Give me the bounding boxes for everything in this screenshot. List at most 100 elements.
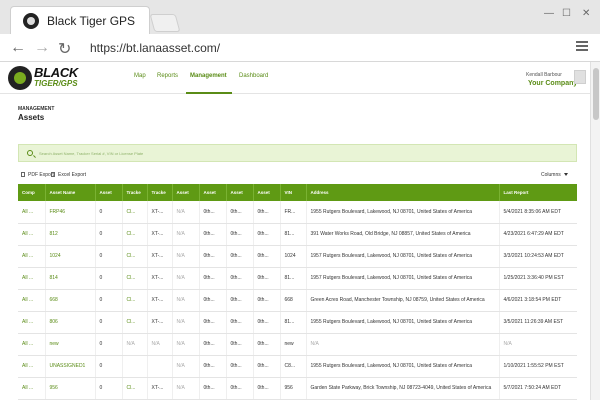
brand-logo[interactable]: BLACK TIGER/GPS (8, 64, 92, 92)
table-cell[interactable]: 812 (45, 223, 96, 246)
table-cell: C8... (280, 355, 307, 378)
table-cell[interactable]: UNASSIGNED1 (45, 355, 96, 378)
table-row[interactable]: All ... FRP46 0 Cl... XT-... N/A 0th... 0th... 0… (18, 201, 577, 224)
column-header[interactable]: Asset (253, 184, 281, 201)
column-header[interactable]: Asset (172, 184, 200, 201)
table-cell[interactable]: Cl... (122, 311, 148, 334)
column-header[interactable]: Asset (199, 184, 227, 201)
table-cell[interactable]: Cl... (122, 245, 148, 268)
table-row[interactable]: All ... 1024 0 Cl... XT-... N/A 0th... 0th... 0t… (18, 245, 577, 268)
columns-dropdown[interactable]: Columns (541, 172, 568, 178)
table-cell: 0th... (199, 311, 227, 334)
brand-line-1: BLACK (34, 65, 78, 80)
table-cell[interactable]: All ... (18, 267, 46, 290)
table-cell: 0 (95, 245, 123, 268)
table-cell[interactable]: Cl... (122, 377, 148, 400)
column-header[interactable]: Tracke (122, 184, 148, 201)
nav-reports[interactable]: Reports (157, 73, 178, 79)
user-name[interactable]: Kendall Barbour (526, 72, 562, 78)
company-name[interactable]: Your Company (528, 80, 577, 87)
table-cell: 0th... (226, 267, 254, 290)
table-cell: N/A (172, 311, 200, 334)
table-cell: new (280, 333, 307, 356)
table-cell: N/A (172, 333, 200, 356)
table-cell[interactable]: N/A (122, 333, 148, 356)
table-row[interactable]: All ... UNASSIGNED1 0 N/A 0th... 0th... 0th...… (18, 355, 577, 378)
table-row[interactable]: All ... new 0 N/A N/A N/A 0th... 0th... 0th... ne… (18, 333, 577, 356)
table-row[interactable]: All ... 806 0 Cl... XT-... N/A 0th... 0th... 0th… (18, 311, 577, 334)
table-cell: 0th... (253, 355, 281, 378)
new-tab-button[interactable] (149, 14, 181, 32)
table-cell: 0th... (226, 223, 254, 246)
pdf-export-button[interactable]: PDF Export (21, 172, 54, 178)
table-cell: 0th... (199, 201, 227, 224)
close-icon[interactable]: ✕ (582, 8, 590, 19)
breadcrumb: MANAGEMENT (18, 106, 55, 112)
table-cell (147, 355, 173, 378)
table-cell: XT-... (147, 267, 173, 290)
column-header[interactable]: VIN (280, 184, 307, 201)
table-cell[interactable]: All ... (18, 377, 46, 400)
search-icon (27, 150, 33, 156)
table-cell: XT-... (147, 223, 173, 246)
nav-map[interactable]: Map (134, 73, 146, 79)
scrollbar-thumb[interactable] (593, 68, 599, 120)
tiger-logo-icon (23, 13, 39, 29)
table-cell: 668 (280, 289, 307, 312)
column-header[interactable]: Tracke (147, 184, 173, 201)
table-cell: 0th... (253, 333, 281, 356)
minimize-icon[interactable]: — (544, 8, 554, 19)
nav-management[interactable]: Management (186, 62, 232, 94)
table-cell: N/A (172, 223, 200, 246)
table-cell[interactable]: Cl... (122, 201, 148, 224)
table-cell: 0th... (226, 355, 254, 378)
back-arrow-icon[interactable]: ← (10, 39, 26, 57)
chevron-down-icon (563, 173, 568, 176)
column-header[interactable]: Asset Name (45, 184, 96, 201)
column-header[interactable]: Address (306, 184, 500, 201)
table-cell[interactable]: 806 (45, 311, 96, 334)
table-cell: 81... (280, 223, 307, 246)
column-header[interactable]: Last Report (499, 184, 577, 201)
table-cell[interactable]: All ... (18, 311, 46, 334)
table-cell: 0th... (199, 289, 227, 312)
url-field[interactable]: https://bt.lanaasset.com/ (90, 41, 220, 55)
table-cell: 3/3/2021 10:24:53 AM EDT (499, 245, 577, 268)
table-cell[interactable]: All ... (18, 223, 46, 246)
table-cell[interactable]: Cl... (122, 289, 148, 312)
search-input[interactable] (39, 148, 539, 159)
maximize-icon[interactable]: ☐ (562, 8, 571, 19)
table-cell[interactable]: All ... (18, 245, 46, 268)
browser-menu-icon[interactable] (576, 41, 588, 51)
forward-arrow-icon[interactable]: → (34, 39, 50, 57)
excel-export-button[interactable]: Excel Export (51, 172, 86, 178)
table-row[interactable]: All ... 956 0 Cl... XT-... N/A 0th... 0th... 0th… (18, 377, 577, 400)
column-header[interactable]: Asset (95, 184, 123, 201)
table-cell: 0th... (253, 311, 281, 334)
table-row[interactable]: All ... 814 0 Cl... XT-... N/A 0th... 0th... 0th… (18, 267, 577, 290)
table-cell: 0 (95, 223, 123, 246)
reload-icon[interactable]: ↻ (58, 39, 71, 59)
nav-dashboard[interactable]: Dashboard (239, 73, 268, 79)
table-row[interactable]: All ... 812 0 Cl... XT-... N/A 0th... 0th... 0th… (18, 223, 577, 246)
table-cell[interactable]: All ... (18, 355, 46, 378)
table-cell[interactable]: All ... (18, 201, 46, 224)
table-cell[interactable]: 1024 (45, 245, 96, 268)
column-header[interactable]: Asset (226, 184, 254, 201)
table-row[interactable]: All ... 668 0 Cl... XT-... N/A 0th... 0th... 0th… (18, 289, 577, 312)
table-cell[interactable]: Cl... (122, 223, 148, 246)
column-header[interactable]: Comp (18, 184, 46, 201)
browser-tab[interactable]: Black Tiger GPS (10, 6, 150, 34)
table-cell[interactable]: Cl... (122, 267, 148, 290)
table-cell[interactable] (122, 355, 148, 378)
header-action-button[interactable] (574, 70, 586, 84)
page-scrollbar[interactable] (590, 62, 600, 400)
table-cell[interactable]: 668 (45, 289, 96, 312)
table-cell[interactable]: All ... (18, 289, 46, 312)
table-cell[interactable]: 814 (45, 267, 96, 290)
table-cell[interactable]: new (45, 333, 96, 356)
table-cell[interactable]: All ... (18, 333, 46, 356)
table-cell[interactable]: FRP46 (45, 201, 96, 224)
table-cell[interactable]: 956 (45, 377, 96, 400)
table-cell: 1024 (280, 245, 307, 268)
